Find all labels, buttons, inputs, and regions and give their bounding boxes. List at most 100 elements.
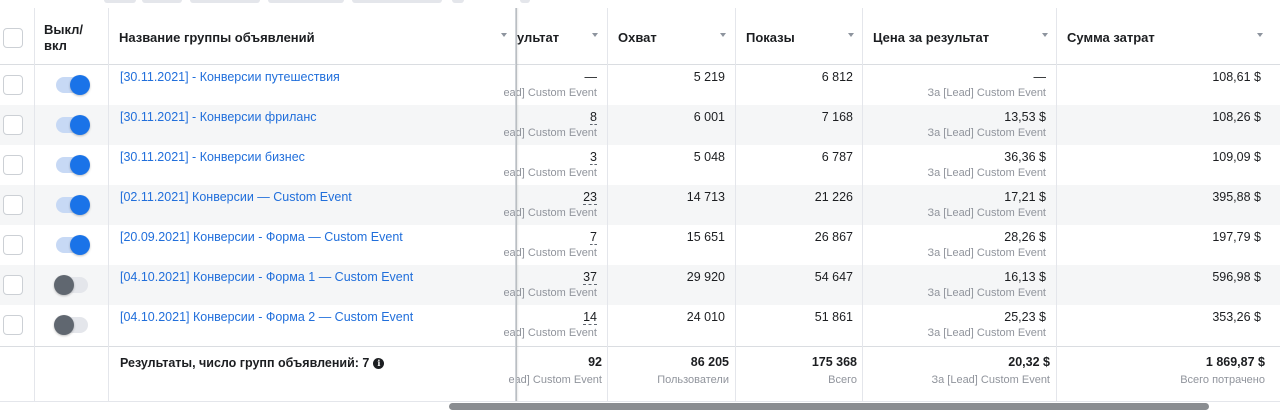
ad-set-name-link[interactable]: [20.09.2021] Конверсии - Форма — Custom …: [120, 230, 403, 244]
ad-set-name-link[interactable]: [30.11.2021] - Конверсии фриланс: [120, 110, 317, 124]
cost-per-result-value: 17,21 $: [1004, 190, 1046, 204]
column-divider: [607, 8, 608, 404]
reach-value: 29 920: [686, 270, 725, 284]
impressions-value: 21 226: [814, 190, 853, 204]
totals-row: Результаты, число групп объявлений: 7i 9…: [0, 346, 1280, 401]
table-row[interactable]: [30.11.2021] - Конверсии бизнес 3 ead] C…: [0, 145, 1280, 185]
chevron-down-icon[interactable]: [720, 33, 726, 37]
cost-per-result-subtext: За [Lead] Custom Event: [927, 127, 1046, 139]
column-header-reach[interactable]: Охват: [618, 30, 657, 45]
table-row[interactable]: [04.10.2021] Конверсии - Форма 1 — Custo…: [0, 265, 1280, 305]
impressions-value: 26 867: [814, 230, 853, 244]
impressions-value: 7 168: [821, 110, 853, 124]
cost-per-result-subtext: За [Lead] Custom Event: [927, 167, 1046, 179]
total-reach-subtext: Пользователи: [657, 374, 729, 386]
column-divider: [735, 8, 736, 404]
reach-value: 5 048: [693, 150, 725, 164]
total-impressions-value: 175 368: [811, 355, 857, 369]
table-row[interactable]: [04.10.2021] Конверсии - Форма 2 — Custo…: [0, 305, 1280, 345]
total-cost-per-result-value: 20,32 $: [1008, 355, 1050, 369]
info-icon[interactable]: i: [373, 358, 385, 369]
column-header-name[interactable]: Название группы объявлений: [119, 30, 315, 45]
column-divider: [1056, 8, 1057, 404]
chevron-down-icon[interactable]: [1257, 33, 1263, 37]
cost-per-result-value: —: [1033, 70, 1047, 84]
total-cost-per-result-subtext: За [Lead] Custom Event: [931, 374, 1050, 386]
row-checkbox[interactable]: [3, 155, 23, 175]
amount-spent-value: 197,79 $: [1212, 230, 1261, 244]
cost-per-result-subtext: За [Lead] Custom Event: [927, 287, 1046, 299]
cost-per-result-subtext: За [Lead] Custom Event: [927, 207, 1046, 219]
cost-per-result-subtext: За [Lead] Custom Event: [927, 247, 1046, 259]
row-checkbox[interactable]: [3, 275, 23, 295]
cost-per-result-subtext: За [Lead] Custom Event: [927, 327, 1046, 339]
results-value[interactable]: 37: [583, 270, 597, 285]
ad-set-toggle[interactable]: [54, 275, 88, 295]
toggle-column-header: Выкл/ вкл: [44, 22, 84, 53]
reach-value: 24 010: [686, 310, 725, 324]
ad-set-toggle[interactable]: [56, 195, 90, 215]
row-checkbox[interactable]: [3, 315, 23, 335]
ad-set-name-link[interactable]: [30.11.2021] - Конверсии бизнес: [120, 150, 305, 164]
amount-spent-value: 353,26 $: [1212, 310, 1261, 324]
table-row[interactable]: [30.11.2021] - Конверсии фриланс 8 ead] …: [0, 105, 1280, 145]
column-divider: [862, 8, 863, 404]
column-header-results[interactable]: ультат: [517, 30, 559, 45]
column-divider: [34, 8, 35, 404]
column-header-amount-spent[interactable]: Сумма затрат: [1067, 30, 1155, 45]
horizontal-scrollbar-thumb[interactable]: [449, 403, 1209, 410]
cost-per-result-value: 36,36 $: [1004, 150, 1046, 164]
ad-set-toggle[interactable]: [56, 75, 90, 95]
amount-spent-value: 395,88 $: [1212, 190, 1261, 204]
row-checkbox[interactable]: [3, 75, 23, 95]
row-checkbox[interactable]: [3, 235, 23, 255]
cost-per-result-subtext: За [Lead] Custom Event: [927, 87, 1046, 99]
chevron-down-icon[interactable]: [501, 33, 507, 37]
amount-spent-value: 108,61 $: [1212, 70, 1261, 84]
reach-value: 5 219: [693, 70, 725, 84]
ad-set-name-link[interactable]: [30.11.2021] - Конверсии путешествия: [120, 70, 340, 84]
select-all-checkbox[interactable]: [3, 28, 23, 48]
ad-set-name-link[interactable]: [04.10.2021] Конверсии - Форма 2 — Custo…: [120, 310, 413, 324]
frozen-column-shadow: [516, 8, 519, 404]
results-value[interactable]: 14: [583, 310, 597, 325]
total-results-value: 92: [588, 355, 602, 369]
chevron-down-icon[interactable]: [1042, 33, 1048, 37]
ad-set-toggle[interactable]: [56, 155, 90, 175]
reach-value: 14 713: [686, 190, 725, 204]
ad-set-toggle[interactable]: [54, 315, 88, 335]
table-row[interactable]: [02.11.2021] Конверсии — Custom Event 23…: [0, 185, 1280, 225]
results-value[interactable]: 7: [590, 230, 597, 245]
column-header-cost-per-result[interactable]: Цена за результат: [873, 30, 989, 45]
cost-per-result-value: 16,13 $: [1004, 270, 1046, 284]
chevron-down-icon[interactable]: [592, 33, 598, 37]
results-value[interactable]: 23: [583, 190, 597, 205]
column-divider: [108, 8, 109, 404]
ad-set-name-link[interactable]: [04.10.2021] Конверсии - Форма 1 — Custo…: [120, 270, 413, 284]
amount-spent-value: 596,98 $: [1212, 270, 1261, 284]
ad-set-toggle[interactable]: [56, 235, 90, 255]
impressions-value: 6 812: [821, 70, 853, 84]
reach-value: 6 001: [693, 110, 725, 124]
results-value: —: [584, 70, 598, 84]
total-amount-spent-value: 1 869,87 $: [1205, 355, 1265, 369]
results-value[interactable]: 8: [590, 110, 597, 125]
table-row[interactable]: [20.09.2021] Конверсии - Форма — Custom …: [0, 225, 1280, 265]
totals-label: Результаты, число групп объявлений: 7i: [120, 356, 385, 370]
row-checkbox[interactable]: [3, 115, 23, 135]
total-results-subtext: ead] Custom Event: [508, 374, 602, 386]
cost-per-result-value: 13,53 $: [1004, 110, 1046, 124]
ad-sets-table: Выкл/ вкл Название группы объявлений уль…: [0, 8, 1280, 404]
table-row[interactable]: [30.11.2021] - Конверсии путешествия — e…: [0, 65, 1280, 105]
toolbar-remnant: [0, 0, 1280, 6]
chevron-down-icon[interactable]: [848, 33, 854, 37]
column-header-impressions[interactable]: Показы: [746, 30, 795, 45]
reach-value: 15 651: [686, 230, 725, 244]
amount-spent-value: 109,09 $: [1212, 150, 1261, 164]
results-value[interactable]: 3: [590, 150, 597, 165]
total-impressions-subtext: Всего: [828, 374, 857, 386]
row-checkbox[interactable]: [3, 195, 23, 215]
ad-set-toggle[interactable]: [56, 115, 90, 135]
total-reach-value: 86 205: [690, 355, 729, 369]
ad-set-name-link[interactable]: [02.11.2021] Конверсии — Custom Event: [120, 190, 352, 204]
